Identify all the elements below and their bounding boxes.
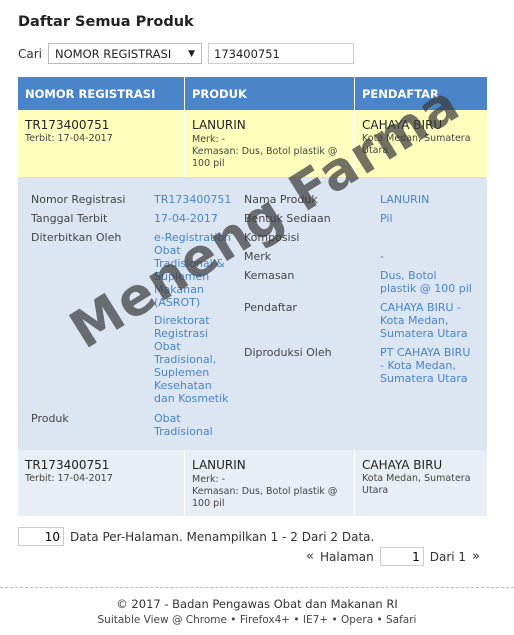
detail-value-diterbitkan-6: (ASROT): [154, 296, 201, 309]
search-field-value: NOMOR REGISTRASI: [55, 46, 172, 61]
product-kemasan: Kemasan: Dus, Botol plastik @ 100 pil: [192, 486, 338, 509]
detail-label-pendaftar: Pendaftar: [244, 301, 297, 314]
detail-value-diterbitkan-3: Tradisional &: [154, 257, 225, 270]
search-label: Cari: [18, 46, 42, 61]
footer-divider: [0, 587, 514, 588]
header-pendaftar[interactable]: PENDAFTAR: [355, 77, 487, 110]
detail-value-direktorat-4: Tradisional,: [154, 353, 217, 366]
detail-value-diterbitkan-2: Obat: [154, 244, 181, 257]
row-detail-panel: Nomor Registrasi Tanggal Terbit Diterbit…: [18, 178, 487, 450]
detail-value-direktorat-7: dan Kosmetik: [154, 392, 229, 405]
next-page-icon[interactable]: »: [472, 549, 480, 564]
table-row[interactable]: TR173400751 Terbit: 17-04-2017 LANURIN M…: [18, 110, 487, 178]
detail-value-direktorat-5: Suplemen: [154, 366, 210, 379]
search-field-select[interactable]: NOMOR REGISTRASI ▼: [48, 43, 202, 64]
page-title: Daftar Semua Produk: [18, 14, 194, 30]
product-name: LANURIN: [192, 458, 246, 472]
detail-label-produk: Produk: [31, 412, 69, 425]
detail-value-diterbitkan-5: Makanan: [154, 283, 204, 296]
page-total-label: Dari 1: [429, 549, 467, 564]
reg-number: TR173400751: [25, 458, 110, 472]
page-number-input[interactable]: [379, 547, 424, 566]
per-page-input[interactable]: [18, 527, 64, 546]
cell-pendaftar: CAHAYA BIRU Kota Medan, Sumatera Utara: [355, 110, 487, 177]
product-merk: Merk: -: [192, 474, 226, 485]
detail-value-nama: LANURIN: [380, 193, 430, 206]
detail-value-pendaftar-2: Kota Medan,: [380, 314, 449, 327]
detail-value-direktorat-2: Registrasi: [154, 327, 209, 340]
detail-value-tanggal: 17-04-2017: [154, 212, 218, 225]
detail-value-diproduksi-2: - Kota Medan,: [380, 359, 456, 372]
cell-produk: LANURIN Merk: - Kemasan: Dus, Botol plas…: [185, 450, 355, 516]
search-input[interactable]: [208, 43, 354, 64]
detail-label-tanggal: Tanggal Terbit: [31, 212, 108, 225]
detail-label-nomor: Nomor Registrasi: [31, 193, 126, 206]
cell-pendaftar: CAHAYA BIRU Kota Medan, Sumatera Utara: [355, 450, 487, 516]
pagination-info: Data Per-Halaman. Menampilkan 1 - 2 Dari…: [70, 529, 375, 544]
product-merk: Merk: -: [192, 134, 226, 145]
terbit-date: Terbit: 17-04-2017: [25, 473, 113, 484]
table-header: NOMOR REGISTRASI PRODUK PENDAFTAR: [18, 77, 487, 110]
cell-produk: LANURIN Merk: - Kemasan: Dus, Botol plas…: [185, 110, 355, 177]
search-bar: Cari NOMOR REGISTRASI ▼: [18, 43, 354, 64]
footer-browsers: Suitable View @ Chrome • Firefox4+ • IE7…: [97, 614, 417, 626]
detail-value-direktorat-6: Kesehatan: [154, 379, 212, 392]
registrant-location: Kota Medan, Sumatera Utara: [362, 133, 471, 156]
detail-label-nama: Nama Produk: [244, 193, 318, 206]
per-page-control: Data Per-Halaman. Menampilkan 1 - 2 Dari…: [18, 527, 374, 546]
detail-label-diproduksi: Diproduksi Oleh: [244, 346, 332, 359]
detail-value-diterbitkan-1: e-Registration: [154, 231, 232, 244]
table-row[interactable]: TR173400751 Terbit: 17-04-2017 LANURIN M…: [18, 450, 487, 516]
detail-value-kemasan-2: plastik @ 100 pil: [380, 282, 472, 295]
product-kemasan: Kemasan: Dus, Botol plastik @ 100 pil: [192, 146, 338, 169]
detail-label-kemasan: Kemasan: [244, 269, 295, 282]
detail-value-direktorat-1: Direktorat: [154, 314, 210, 327]
detail-label-komposisi: Komposisi: [244, 231, 300, 244]
detail-value-pendaftar-3: Sumatera Utara: [380, 327, 468, 340]
header-produk[interactable]: PRODUK: [185, 77, 355, 110]
detail-label-merk: Merk: [244, 250, 272, 263]
cell-registrasi: TR173400751 Terbit: 17-04-2017: [18, 450, 185, 516]
header-nomor-registrasi[interactable]: NOMOR REGISTRASI: [18, 77, 185, 110]
footer-copyright: © 2017 - Badan Pengawas Obat dan Makanan…: [116, 597, 398, 611]
pagination-nav: « Halaman Dari 1 »: [300, 547, 486, 566]
registrant-name: CAHAYA BIRU: [362, 458, 443, 472]
product-name: LANURIN: [192, 118, 246, 132]
registrant-name: CAHAYA BIRU: [362, 118, 443, 132]
detail-value-kemasan-1: Dus, Botol: [380, 269, 437, 282]
detail-label-diterbitkan: Diterbitkan Oleh: [31, 231, 122, 244]
detail-value-produk-1: Obat: [154, 412, 181, 425]
detail-value-nomor: TR173400751: [154, 193, 232, 206]
product-table: NOMOR REGISTRASI PRODUK PENDAFTAR TR1734…: [18, 77, 487, 516]
detail-value-bentuk: Pil: [380, 212, 393, 225]
detail-value-produk-2: Tradisional: [154, 425, 213, 438]
cell-registrasi: TR173400751 Terbit: 17-04-2017: [18, 110, 185, 177]
prev-page-icon[interactable]: «: [306, 549, 314, 564]
detail-value-diterbitkan-4: Suplemen: [154, 270, 210, 283]
detail-value-direktorat-3: Obat: [154, 340, 181, 353]
detail-value-diproduksi-1: PT CAHAYA BIRU: [380, 346, 471, 359]
detail-value-diproduksi-3: Sumatera Utara: [380, 372, 468, 385]
reg-number: TR173400751: [25, 118, 110, 132]
terbit-date: Terbit: 17-04-2017: [25, 133, 113, 144]
chevron-down-icon: ▼: [188, 48, 195, 59]
halaman-label: Halaman: [320, 549, 374, 564]
detail-label-bentuk: Bentuk Sediaan: [244, 212, 331, 225]
registrant-location: Kota Medan, Sumatera Utara: [362, 473, 471, 496]
detail-value-pendaftar-1: CAHAYA BIRU -: [380, 301, 461, 314]
detail-value-merk: -: [380, 250, 384, 263]
